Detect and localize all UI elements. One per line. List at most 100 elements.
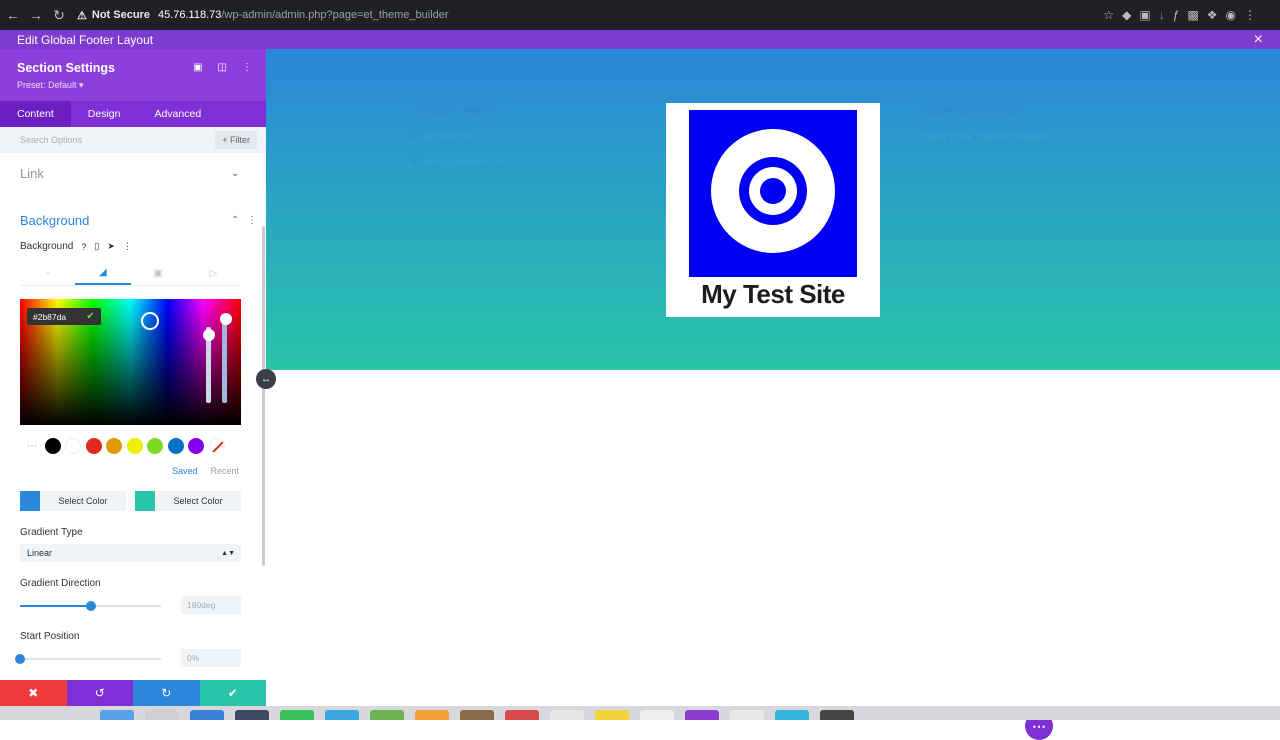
app-store-icon[interactable] [190,710,224,720]
stickies-icon[interactable] [595,710,629,720]
logo-mark [689,110,857,277]
gradient-type-select[interactable]: Linear ▲▼ [20,544,241,562]
reload-icon[interactable]: ↻ [49,5,69,25]
discard-button[interactable]: ✖ [0,680,67,706]
start-position-slider[interactable] [15,654,161,664]
slider-knob[interactable] [86,601,96,611]
maps-icon[interactable] [370,710,404,720]
undo-button[interactable]: ↺ [66,680,133,706]
no-color-icon[interactable] [208,438,225,454]
filter-button[interactable]: + Filter [215,131,257,149]
extension-icon[interactable]: ◆ [1122,8,1131,22]
privacy-policy-link[interactable]: Privacy Policy [919,131,972,141]
swatch-white[interactable] [65,438,81,454]
gradient-end-swatch[interactable] [135,491,155,511]
select-color-button[interactable]: Select Color [40,491,126,511]
notes-icon[interactable] [460,710,494,720]
swatch-blue[interactable] [167,438,184,454]
download-icon[interactable]: ↓ [1159,8,1165,22]
preset-dropdown[interactable]: Preset: Default ▾ [17,80,84,91]
start-position-input[interactable]: 0% [181,649,241,667]
more-options-icon[interactable]: ⋮ [242,62,252,73]
camera-icon[interactable]: ▣ [1139,8,1150,22]
gradient-direction-input[interactable]: 180deg [181,596,241,614]
alpha-slider-knob[interactable] [220,313,232,325]
swatch-green[interactable] [147,438,163,454]
footer-logo[interactable]: My Test Site [666,103,880,317]
search-options[interactable]: Search Options + Filter [0,127,266,153]
tab-content[interactable]: Content [0,101,71,127]
recent-tab[interactable]: Recent [211,466,240,476]
terms-link[interactable]: Terms & Conditions [979,131,1053,141]
more-swatches-icon[interactable]: ⋯ [24,438,40,454]
color-fill-icon[interactable]: ◦ [20,262,75,285]
redo-button[interactable]: ↻ [133,680,200,706]
hover-cursor-icon[interactable]: ➤ [107,241,115,252]
email-link[interactable]: info@mytestsite.com [423,156,502,166]
tab-advanced[interactable]: Advanced [137,101,218,127]
swatch-orange[interactable] [106,438,122,454]
chevron-up-icon[interactable]: ⌃ [231,215,239,226]
forward-icon[interactable]: → [26,5,46,25]
split-view-icon[interactable]: ◫ [218,62,227,73]
tab-design[interactable]: Design [71,101,138,127]
chevron-down-icon[interactable]: ⌄ [231,168,239,179]
photos-icon[interactable] [415,710,449,720]
swatch-purple[interactable] [188,438,204,454]
saved-tab[interactable]: Saved [172,466,198,476]
browser-menu-icon[interactable]: ⋮ [1244,8,1256,22]
chrome-icon[interactable] [640,710,674,720]
music-icon[interactable] [685,710,719,720]
video-icon[interactable]: ▷ [186,262,241,285]
fullscreen-icon[interactable]: ▣ [193,62,202,73]
terminal-icon[interactable] [820,710,854,720]
select-arrows-icon: ▲▼ [221,549,235,557]
builder-canvas[interactable]: 123 Main St. New York P: 555.555.5555 E:… [266,49,1280,740]
gradient-end-color[interactable]: Select Color [135,491,241,511]
select-color-button[interactable]: Select Color [155,491,241,511]
gradient-start-swatch[interactable] [20,491,40,511]
reminders-icon[interactable] [550,710,584,720]
calendar-icon[interactable] [505,710,539,720]
swatch-black[interactable] [44,438,61,454]
clock-icon[interactable] [730,710,764,720]
mail-icon[interactable] [325,710,359,720]
bookmark-star-icon[interactable]: ☆ [1103,8,1114,22]
swatch-red[interactable] [85,438,102,454]
puzzle-icon[interactable]: ❖ [1207,8,1218,22]
profile-avatar-icon[interactable]: ◉ [1226,8,1236,22]
slider-knob[interactable] [15,654,25,664]
gradient-direction-slider[interactable] [20,601,161,611]
field-menu-icon[interactable]: ⋮ [123,241,132,252]
translate-icon[interactable]: ▩ [1187,8,1198,22]
back-icon[interactable]: ← [3,5,23,25]
safari-icon[interactable] [145,710,179,720]
toggle-menu-icon[interactable]: ⋮ [247,215,257,226]
finder-icon[interactable] [100,710,134,720]
swatch-yellow[interactable] [126,438,143,454]
hue-slider-knob[interactable] [203,329,215,341]
resize-handle-icon[interactable]: ↔ [256,369,276,389]
alpha-slider-track[interactable] [222,319,227,403]
gradient-start-color[interactable]: Select Color [20,491,126,511]
font-icon[interactable]: ƒ [1173,8,1180,22]
close-icon[interactable]: × [1254,31,1263,49]
background-toggle-title[interactable]: Background [20,213,89,228]
search-options-input[interactable]: Search Options [20,135,82,145]
responsive-icon[interactable]: ▯ [94,241,99,252]
gradient-icon[interactable]: ◢ [75,262,131,285]
phone-link[interactable]: 555.555.5555 [423,131,475,141]
gradient-direction-label: Gradient Direction [20,578,101,589]
messages-icon[interactable] [280,710,314,720]
panel-scrollbar[interactable] [262,226,265,566]
help-icon[interactable]: ? [81,242,86,252]
link-toggle-title[interactable]: Link [20,166,44,181]
check-icon[interactable]: ✔ [80,308,101,325]
save-button[interactable]: ✔ [199,680,266,706]
image-icon[interactable]: ▣ [131,262,186,285]
system-icon[interactable] [775,710,809,720]
security-indicator[interactable]: ⚠ Not Secure [77,9,150,22]
color-swatches: ⋯ [24,438,225,454]
address-bar[interactable]: ⚠ Not Secure 45.76.118.73/wp-admin/admin… [77,4,449,26]
preview-icon[interactable] [235,710,269,720]
